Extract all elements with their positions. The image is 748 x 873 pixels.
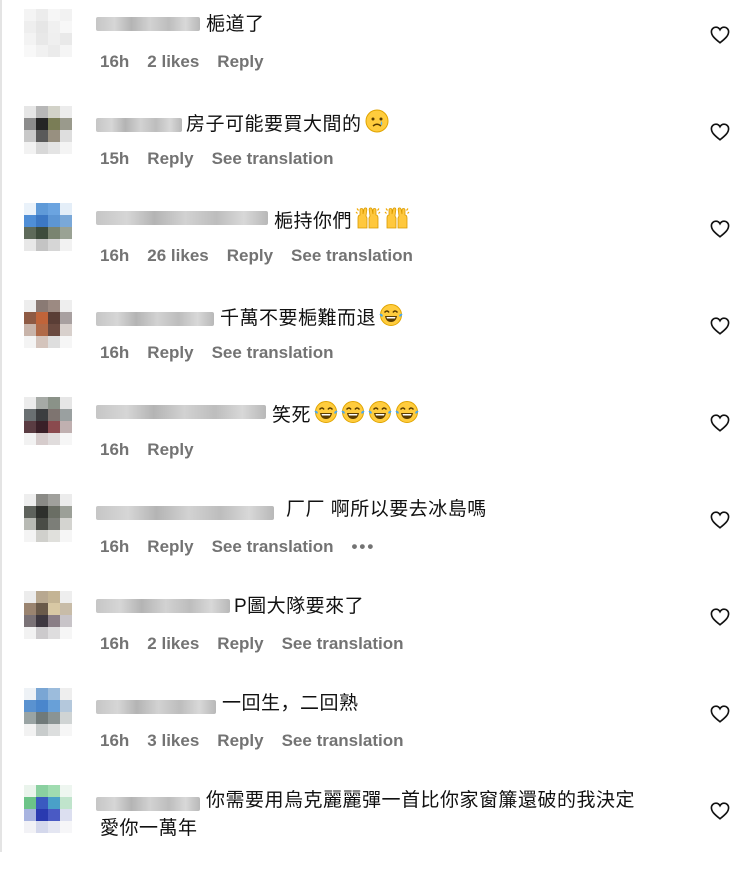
- tears-of-joy-icon: [379, 304, 403, 326]
- avatar[interactable]: [24, 203, 72, 251]
- tears-of-joy-icon: [368, 401, 392, 423]
- timestamp: 15h: [100, 149, 130, 168]
- comment-item: 厂厂 啊所以要去冰島嗎 16h Reply See translation •••: [0, 485, 748, 582]
- comment-item: 你需要用烏克麗麗彈一首比你家窗簾還破的我決定 愛你一萬年: [0, 776, 748, 873]
- avatar[interactable]: [24, 106, 72, 154]
- tears-of-joy-icon: [395, 401, 419, 423]
- reply-link[interactable]: Reply: [217, 52, 263, 71]
- see-translation-link[interactable]: See translation: [212, 149, 334, 168]
- likes-count[interactable]: 26 likes: [147, 246, 208, 265]
- raising-hands-icon: [355, 207, 381, 229]
- see-translation-link[interactable]: See translation: [212, 343, 334, 362]
- heart-icon[interactable]: [710, 123, 730, 141]
- username-blurred[interactable]: [96, 599, 230, 613]
- comment-text: 房子可能要買大間的: [186, 109, 389, 138]
- reply-link[interactable]: Reply: [217, 731, 263, 750]
- heart-icon[interactable]: [710, 802, 730, 820]
- comment-text-content: 笑死: [272, 405, 312, 426]
- avatar[interactable]: [24, 591, 72, 639]
- likes-count[interactable]: 2 likes: [147, 52, 199, 71]
- comment-meta: 16h Reply: [100, 440, 212, 460]
- timestamp: 16h: [100, 440, 130, 459]
- avatar[interactable]: [24, 9, 72, 57]
- comment-item: 房子可能要買大間的 15h Reply See translation: [0, 97, 748, 194]
- timestamp: 16h: [100, 537, 130, 556]
- comment-meta: 16h Reply See translation: [100, 343, 351, 363]
- see-translation-link[interactable]: See translation: [212, 537, 334, 556]
- crying-face-icon: [365, 109, 389, 133]
- timestamp: 16h: [100, 52, 130, 71]
- comment-text: P圖大隊要來了: [234, 596, 365, 617]
- comment-meta: 16h 2 likes Reply See translation: [100, 634, 421, 654]
- avatar[interactable]: [24, 785, 72, 833]
- heart-icon[interactable]: [710, 26, 730, 44]
- avatar[interactable]: [24, 300, 72, 348]
- comment-text-content: 千萬不要梔難而退: [220, 308, 377, 329]
- heart-icon[interactable]: [710, 220, 730, 238]
- likes-count[interactable]: 3 likes: [147, 731, 199, 750]
- username-blurred[interactable]: [96, 312, 214, 326]
- comment-text: 笑死: [272, 400, 419, 429]
- username-blurred[interactable]: [96, 797, 200, 811]
- comment-text: 你需要用烏克麗麗彈一首比你家窗簾還破的我決定: [206, 790, 636, 811]
- timestamp: 16h: [100, 343, 130, 362]
- heart-icon[interactable]: [710, 414, 730, 432]
- avatar[interactable]: [24, 688, 72, 736]
- heart-icon[interactable]: [710, 317, 730, 335]
- username-blurred[interactable]: [96, 17, 200, 31]
- reply-link[interactable]: Reply: [147, 343, 193, 362]
- heart-icon[interactable]: [710, 511, 730, 529]
- reply-link[interactable]: Reply: [147, 149, 193, 168]
- comment-text: 千萬不要梔難而退: [220, 303, 403, 332]
- comment-meta: 16h 26 likes Reply See translation: [100, 246, 431, 266]
- comment-text: 厂厂 啊所以要去冰島嗎: [286, 499, 487, 520]
- comment-text: 梔道了: [206, 14, 265, 35]
- raising-hands-icon: [384, 207, 410, 229]
- comment-item: 梔道了 16h 2 likes Reply: [0, 0, 748, 97]
- reply-link[interactable]: Reply: [147, 440, 193, 459]
- comment-meta: 15h Reply See translation: [100, 149, 351, 169]
- more-options-icon[interactable]: •••: [351, 537, 375, 556]
- comment-text-content: 梔持你們: [274, 211, 353, 232]
- see-translation-link[interactable]: See translation: [291, 246, 413, 265]
- comment-meta: 16h 2 likes Reply: [100, 52, 282, 72]
- avatar[interactable]: [24, 397, 72, 445]
- timestamp: 16h: [100, 246, 130, 265]
- see-translation-link[interactable]: See translation: [282, 731, 404, 750]
- likes-count[interactable]: 2 likes: [147, 634, 199, 653]
- comment-item: 千萬不要梔難而退 16h Reply See translation: [0, 291, 748, 388]
- timestamp: 16h: [100, 634, 130, 653]
- comment-text-continued: 愛你一萬年: [100, 818, 198, 839]
- username-blurred[interactable]: [96, 118, 182, 132]
- username-blurred[interactable]: [96, 700, 216, 714]
- see-translation-link[interactable]: See translation: [282, 634, 404, 653]
- comment-text: 梔持你們: [274, 206, 410, 235]
- reply-link[interactable]: Reply: [227, 246, 273, 265]
- comment-meta: 16h Reply See translation •••: [100, 537, 393, 557]
- comment-item: 笑死 16h Reply: [0, 388, 748, 485]
- username-blurred[interactable]: [96, 506, 274, 520]
- username-blurred[interactable]: [96, 211, 268, 225]
- heart-icon[interactable]: [710, 608, 730, 626]
- avatar[interactable]: [24, 494, 72, 542]
- reply-link[interactable]: Reply: [217, 634, 263, 653]
- comment-meta: 16h 3 likes Reply See translation: [100, 731, 421, 751]
- tears-of-joy-icon: [314, 401, 338, 423]
- reply-link[interactable]: Reply: [147, 537, 193, 556]
- heart-icon[interactable]: [710, 705, 730, 723]
- comment-item: P圖大隊要來了 16h 2 likes Reply See translation: [0, 582, 748, 679]
- comment-text: 一回生，二回熟: [222, 693, 359, 714]
- timestamp: 16h: [100, 731, 130, 750]
- comment-text-content: 房子可能要買大間的: [186, 114, 362, 135]
- tears-of-joy-icon: [341, 401, 365, 423]
- comment-item: 梔持你們 16h 26 likes Reply See translation: [0, 194, 748, 291]
- comment-item: 一回生，二回熟 16h 3 likes Reply See translation: [0, 679, 748, 776]
- username-blurred[interactable]: [96, 405, 266, 419]
